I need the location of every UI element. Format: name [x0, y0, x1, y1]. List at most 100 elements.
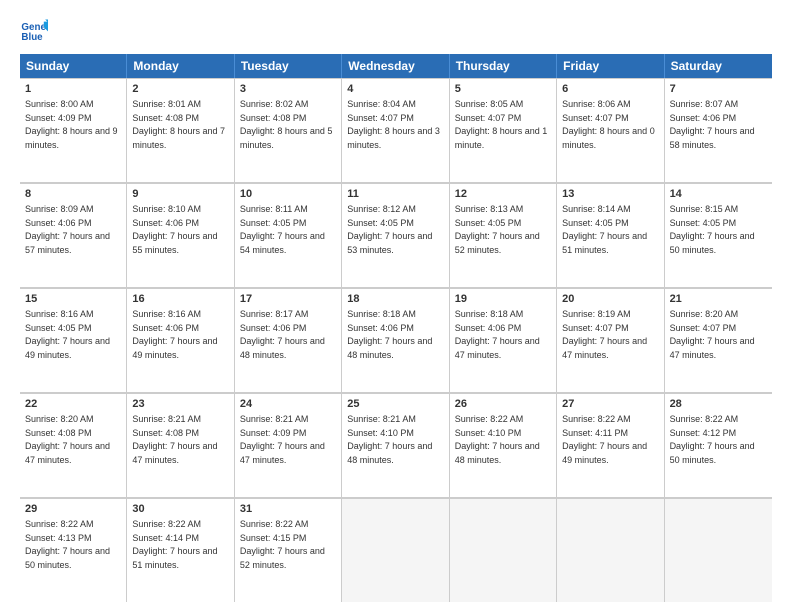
sunset-text: Sunset: 4:06 PM	[132, 218, 199, 228]
daylight-text: Daylight: 7 hours and 55 minutes.	[132, 231, 217, 255]
calendar-row: 8Sunrise: 8:09 AMSunset: 4:06 PMDaylight…	[20, 183, 772, 288]
sunrise-text: Sunrise: 8:04 AM	[347, 99, 416, 109]
day-number: 4	[347, 82, 443, 97]
sunrise-text: Sunrise: 8:18 AM	[455, 309, 524, 319]
sunset-text: Sunset: 4:10 PM	[347, 428, 414, 438]
header: General Blue	[20, 16, 772, 44]
sunrise-text: Sunrise: 8:05 AM	[455, 99, 524, 109]
day-number: 1	[25, 82, 121, 97]
calendar-cell: 13Sunrise: 8:14 AMSunset: 4:05 PMDayligh…	[557, 183, 664, 287]
daylight-text: Daylight: 7 hours and 48 minutes.	[455, 441, 540, 465]
sunset-text: Sunset: 4:05 PM	[25, 323, 92, 333]
calendar: SundayMondayTuesdayWednesdayThursdayFrid…	[20, 54, 772, 602]
calendar-cell: 25Sunrise: 8:21 AMSunset: 4:10 PMDayligh…	[342, 393, 449, 497]
day-number: 25	[347, 397, 443, 412]
sunrise-text: Sunrise: 8:22 AM	[132, 519, 201, 529]
sunset-text: Sunset: 4:06 PM	[240, 323, 307, 333]
calendar-cell: 18Sunrise: 8:18 AMSunset: 4:06 PMDayligh…	[342, 288, 449, 392]
daylight-text: Daylight: 7 hours and 47 minutes.	[562, 336, 647, 360]
daylight-text: Daylight: 7 hours and 52 minutes.	[455, 231, 540, 255]
sunset-text: Sunset: 4:05 PM	[347, 218, 414, 228]
day-number: 29	[25, 502, 121, 517]
day-number: 23	[132, 397, 228, 412]
calendar-cell: 22Sunrise: 8:20 AMSunset: 4:08 PMDayligh…	[20, 393, 127, 497]
calendar-cell: 23Sunrise: 8:21 AMSunset: 4:08 PMDayligh…	[127, 393, 234, 497]
sunrise-text: Sunrise: 8:02 AM	[240, 99, 309, 109]
day-number: 13	[562, 187, 658, 202]
daylight-text: Daylight: 7 hours and 54 minutes.	[240, 231, 325, 255]
sunset-text: Sunset: 4:06 PM	[347, 323, 414, 333]
calendar-cell: 27Sunrise: 8:22 AMSunset: 4:11 PMDayligh…	[557, 393, 664, 497]
calendar-cell: 6Sunrise: 8:06 AMSunset: 4:07 PMDaylight…	[557, 78, 664, 182]
sunrise-text: Sunrise: 8:14 AM	[562, 204, 631, 214]
logo: General Blue	[20, 16, 50, 44]
daylight-text: Daylight: 7 hours and 47 minutes.	[25, 441, 110, 465]
sunrise-text: Sunrise: 8:20 AM	[670, 309, 739, 319]
sunrise-text: Sunrise: 8:22 AM	[240, 519, 309, 529]
daylight-text: Daylight: 7 hours and 57 minutes.	[25, 231, 110, 255]
calendar-cell: 10Sunrise: 8:11 AMSunset: 4:05 PMDayligh…	[235, 183, 342, 287]
calendar-header: SundayMondayTuesdayWednesdayThursdayFrid…	[20, 54, 772, 78]
sunrise-text: Sunrise: 8:00 AM	[25, 99, 94, 109]
day-number: 18	[347, 292, 443, 307]
page: General Blue SundayMondayTuesdayWednesda…	[0, 0, 792, 612]
svg-text:Blue: Blue	[21, 32, 43, 43]
daylight-text: Daylight: 7 hours and 47 minutes.	[132, 441, 217, 465]
sunset-text: Sunset: 4:06 PM	[670, 113, 737, 123]
sunset-text: Sunset: 4:11 PM	[562, 428, 628, 438]
weekday-header: Friday	[557, 54, 664, 78]
sunset-text: Sunset: 4:13 PM	[25, 533, 92, 543]
calendar-cell: 17Sunrise: 8:17 AMSunset: 4:06 PMDayligh…	[235, 288, 342, 392]
calendar-cell: 2Sunrise: 8:01 AMSunset: 4:08 PMDaylight…	[127, 78, 234, 182]
calendar-cell: 14Sunrise: 8:15 AMSunset: 4:05 PMDayligh…	[665, 183, 772, 287]
sunrise-text: Sunrise: 8:15 AM	[670, 204, 739, 214]
sunset-text: Sunset: 4:07 PM	[455, 113, 522, 123]
sunrise-text: Sunrise: 8:22 AM	[455, 414, 524, 424]
day-number: 7	[670, 82, 767, 97]
day-number: 27	[562, 397, 658, 412]
calendar-cell: 29Sunrise: 8:22 AMSunset: 4:13 PMDayligh…	[20, 498, 127, 602]
calendar-cell: 3Sunrise: 8:02 AMSunset: 4:08 PMDaylight…	[235, 78, 342, 182]
sunset-text: Sunset: 4:09 PM	[25, 113, 92, 123]
sunset-text: Sunset: 4:05 PM	[670, 218, 737, 228]
day-number: 22	[25, 397, 121, 412]
sunrise-text: Sunrise: 8:07 AM	[670, 99, 739, 109]
weekday-header: Thursday	[450, 54, 557, 78]
day-number: 30	[132, 502, 228, 517]
sunrise-text: Sunrise: 8:10 AM	[132, 204, 201, 214]
sunrise-text: Sunrise: 8:22 AM	[670, 414, 739, 424]
sunset-text: Sunset: 4:10 PM	[455, 428, 522, 438]
sunrise-text: Sunrise: 8:16 AM	[25, 309, 94, 319]
daylight-text: Daylight: 7 hours and 50 minutes.	[670, 441, 755, 465]
sunrise-text: Sunrise: 8:21 AM	[240, 414, 309, 424]
sunset-text: Sunset: 4:07 PM	[347, 113, 414, 123]
sunrise-text: Sunrise: 8:21 AM	[347, 414, 416, 424]
weekday-header: Wednesday	[342, 54, 449, 78]
daylight-text: Daylight: 7 hours and 49 minutes.	[132, 336, 217, 360]
daylight-text: Daylight: 7 hours and 50 minutes.	[670, 231, 755, 255]
day-number: 9	[132, 187, 228, 202]
sunset-text: Sunset: 4:06 PM	[455, 323, 522, 333]
day-number: 5	[455, 82, 551, 97]
calendar-row: 15Sunrise: 8:16 AMSunset: 4:05 PMDayligh…	[20, 288, 772, 393]
sunset-text: Sunset: 4:07 PM	[562, 113, 629, 123]
daylight-text: Daylight: 7 hours and 50 minutes.	[25, 546, 110, 570]
calendar-cell: 8Sunrise: 8:09 AMSunset: 4:06 PMDaylight…	[20, 183, 127, 287]
calendar-cell	[557, 498, 664, 602]
sunset-text: Sunset: 4:08 PM	[240, 113, 307, 123]
sunrise-text: Sunrise: 8:09 AM	[25, 204, 94, 214]
day-number: 2	[132, 82, 228, 97]
weekday-header: Sunday	[20, 54, 127, 78]
sunset-text: Sunset: 4:08 PM	[132, 428, 199, 438]
sunset-text: Sunset: 4:06 PM	[25, 218, 92, 228]
daylight-text: Daylight: 8 hours and 7 minutes.	[132, 126, 225, 150]
daylight-text: Daylight: 8 hours and 5 minutes.	[240, 126, 333, 150]
logo-icon: General Blue	[20, 16, 48, 44]
daylight-text: Daylight: 8 hours and 9 minutes.	[25, 126, 118, 150]
sunset-text: Sunset: 4:07 PM	[670, 323, 737, 333]
calendar-cell: 28Sunrise: 8:22 AMSunset: 4:12 PMDayligh…	[665, 393, 772, 497]
daylight-text: Daylight: 7 hours and 51 minutes.	[562, 231, 647, 255]
sunset-text: Sunset: 4:08 PM	[132, 113, 199, 123]
daylight-text: Daylight: 7 hours and 48 minutes.	[347, 336, 432, 360]
sunrise-text: Sunrise: 8:11 AM	[240, 204, 308, 214]
